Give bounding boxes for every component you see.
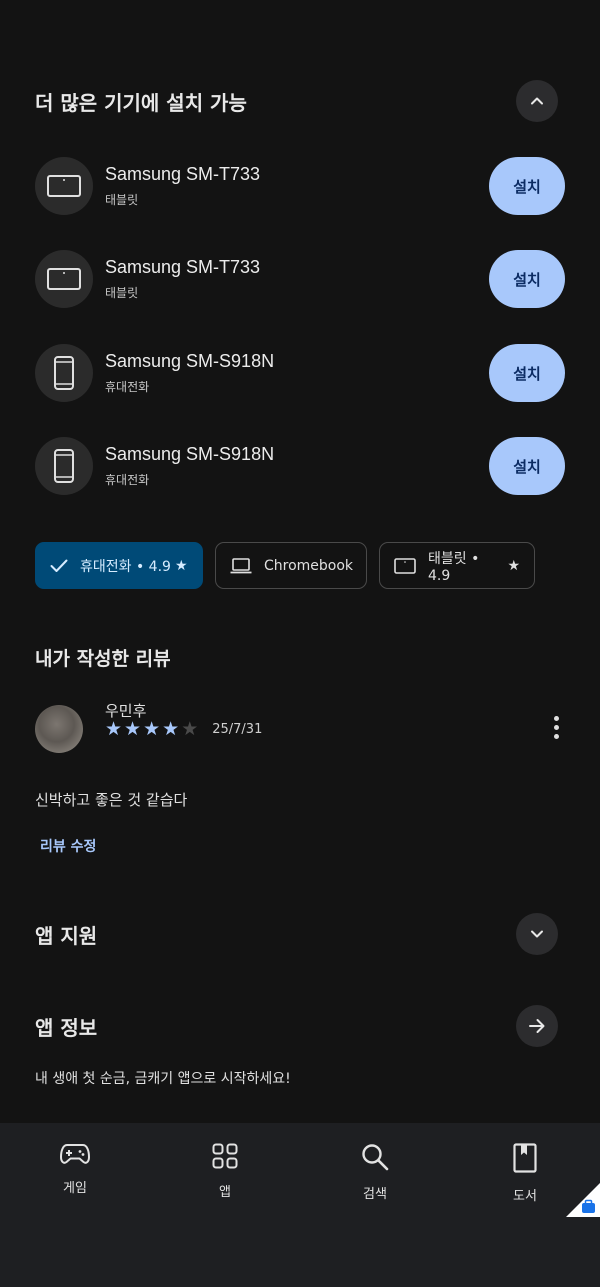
- phone-icon: [35, 344, 93, 402]
- tablet-icon: [35, 250, 93, 308]
- chip-tablet[interactable]: 태블릿 • 4.9 ★: [379, 542, 535, 589]
- star-empty-icon: ★: [181, 718, 199, 740]
- arrow-right-icon: [529, 1019, 545, 1033]
- review-text: 신박하고 좋은 것 같습다: [35, 791, 188, 809]
- device-name: Samsung SM-S918N: [105, 351, 275, 371]
- device-row: Samsung SM-T733 태블릿 설치: [35, 156, 565, 216]
- nav-books[interactable]: 도서: [475, 1143, 575, 1287]
- star-icon: ★: [507, 557, 520, 574]
- nav-search[interactable]: 검색: [325, 1143, 425, 1287]
- gamepad-icon: [60, 1144, 90, 1164]
- expand-button[interactable]: [516, 913, 558, 955]
- nav-label: 앱: [219, 1185, 231, 1200]
- nav-games[interactable]: 게임: [25, 1143, 125, 1287]
- star-icon: ★: [124, 718, 142, 740]
- device-type: 태블릿: [105, 286, 139, 300]
- laptop-icon: [230, 557, 252, 574]
- app-info-button[interactable]: [516, 1005, 558, 1047]
- more-options-icon[interactable]: [554, 716, 559, 739]
- device-filter-chips: 휴대전화 • 4.9 ★ Chromebook 태블릿 • 4.9 ★: [35, 542, 535, 589]
- device-row: Samsung SM-T733 태블릿 설치: [35, 249, 565, 309]
- chip-phone[interactable]: 휴대전화 • 4.9 ★: [35, 542, 203, 589]
- work-profile-icon[interactable]: [566, 1183, 600, 1217]
- app-info-header[interactable]: 앱 정보: [35, 1005, 558, 1047]
- install-button[interactable]: 설치: [489, 437, 565, 495]
- install-button[interactable]: 설치: [489, 157, 565, 215]
- tablet-icon: [394, 557, 416, 574]
- phone-icon: [35, 437, 93, 495]
- app-info-title: 앱 정보: [35, 1015, 98, 1040]
- app-support-title: 앱 지원: [35, 923, 98, 948]
- device-type: 태블릿: [105, 193, 139, 207]
- device-row: Samsung SM-S918N 휴대전화 설치: [35, 436, 565, 496]
- star-icon: ★: [162, 718, 180, 740]
- device-type: 휴대전화: [105, 380, 150, 394]
- device-name: Samsung SM-T733: [105, 164, 261, 184]
- install-button[interactable]: 설치: [489, 344, 565, 402]
- avatar: [35, 705, 83, 753]
- nav-label: 도서: [513, 1189, 537, 1204]
- star-icon: ★: [105, 718, 123, 740]
- my-review-title: 내가 작성한 리뷰: [35, 648, 171, 670]
- review-date: 25/7/31: [212, 722, 263, 737]
- app-description: 내 생애 첫 순금, 금캐기 앱으로 시작하세요!: [35, 1071, 291, 1087]
- apps-grid-icon: [212, 1143, 238, 1169]
- star-icon: ★: [143, 718, 161, 740]
- device-name: Samsung SM-T733: [105, 257, 261, 277]
- chip-label: 태블릿 • 4.9: [428, 550, 480, 584]
- chip-chromebook[interactable]: Chromebook: [215, 542, 367, 589]
- install-button[interactable]: 설치: [489, 250, 565, 308]
- tablet-icon: [35, 157, 93, 215]
- device-row: Samsung SM-S918N 휴대전화 설치: [35, 343, 565, 403]
- chip-label: 휴대전화 • 4.9: [80, 558, 171, 575]
- chevron-up-icon: [531, 97, 543, 105]
- device-name: Samsung SM-S918N: [105, 444, 275, 464]
- book-icon: [513, 1143, 537, 1173]
- app-support-header[interactable]: 앱 지원: [35, 913, 558, 955]
- install-section-header: 더 많은 기기에 설치 가능: [35, 80, 558, 122]
- chevron-down-icon: [531, 930, 543, 938]
- device-type: 휴대전화: [105, 473, 150, 487]
- star-icon: ★: [174, 557, 188, 574]
- chip-label: Chromebook: [264, 557, 354, 574]
- search-icon: [362, 1144, 389, 1171]
- nav-apps[interactable]: 앱: [175, 1143, 275, 1287]
- collapse-button[interactable]: [516, 80, 558, 122]
- edit-review-link[interactable]: 리뷰 수정: [40, 836, 96, 856]
- review-header: 우민후 ★ ★ ★ ★ ★ 25/7/31: [35, 700, 565, 756]
- bottom-navigation: 게임 앱 검색 도서: [0, 1123, 600, 1287]
- install-section-title: 더 많은 기기에 설치 가능: [35, 90, 247, 115]
- rating-stars: ★ ★ ★ ★ ★ 25/7/31: [105, 720, 262, 739]
- check-icon: [50, 559, 68, 573]
- nav-label: 게임: [63, 1181, 87, 1196]
- nav-label: 검색: [363, 1187, 387, 1202]
